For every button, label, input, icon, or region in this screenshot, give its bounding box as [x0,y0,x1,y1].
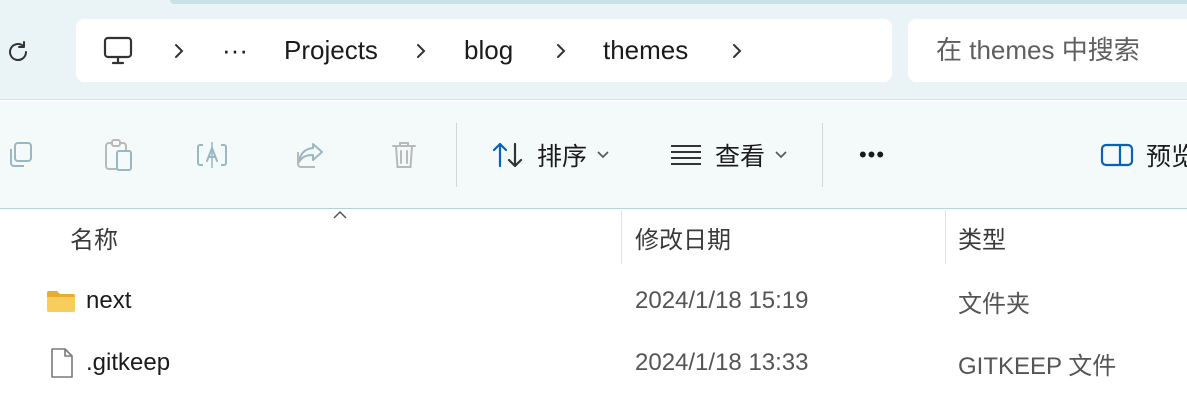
column-resizer[interactable] [621,210,622,264]
view-label: 查看 [714,143,765,171]
file-icon [50,332,74,394]
file-name: .gitkeep [86,349,171,376]
column-resizer[interactable] [945,210,946,264]
clipboard-icon [105,139,132,171]
chevron-right-icon[interactable] [172,19,186,82]
folder-icon [46,270,76,332]
chevron-right-icon[interactable] [414,19,428,82]
search-box[interactable] [908,19,1187,82]
preview-pane-icon [1100,143,1134,167]
file-type: 文件夹 [958,290,1030,318]
file-date: 2024/1/18 15:19 [635,287,809,314]
more-options-button[interactable]: ••• [848,101,896,209]
preview-pane-button[interactable]: 预览 [1100,101,1187,209]
column-header-type[interactable]: 类型 [958,210,1006,264]
breadcrumb-overflow[interactable]: ··· [222,19,248,82]
paste-button[interactable] [96,101,140,209]
preview-label: 预览 [1146,143,1187,171]
file-row-gitkeep[interactable]: .gitkeep 2024/1/18 13:33 GITKEEP 文件 [0,332,1187,394]
computer-icon [103,36,133,64]
view-list-icon [670,145,701,165]
breadcrumb-projects[interactable]: Projects [284,19,378,82]
chevron-right-icon[interactable] [730,19,744,82]
toolbar-divider [456,123,457,187]
refresh-button[interactable] [0,34,36,70]
column-header-row: 名称 修改日期 类型 [0,210,1187,264]
column-header-date[interactable]: 修改日期 [635,210,731,264]
breadcrumb-blog[interactable]: blog [464,19,513,82]
column-header-name[interactable]: 名称 [70,210,118,264]
command-bar: 排序 查看 ••• 预览 [0,101,1187,209]
sort-icon [492,142,523,168]
toolbar-divider [822,123,823,187]
search-input[interactable] [936,19,1186,82]
file-name: next [86,287,132,314]
file-date: 2024/1/18 13:33 [635,349,809,376]
trash-icon [392,142,416,168]
rename-button[interactable] [190,101,234,209]
chevron-down-icon [597,151,609,159]
sort-button[interactable]: 排序 [488,101,612,209]
copy-button[interactable] [0,101,40,209]
active-tab-edge [170,0,1187,4]
sort-ascending-icon [333,210,347,219]
breadcrumb-themes[interactable]: themes [603,19,688,82]
address-bar[interactable]: ··· Projects blog themes [76,19,892,82]
chevron-down-icon [775,151,787,159]
this-pc-button[interactable] [102,19,134,82]
refresh-icon [9,41,27,61]
share-icon [297,143,323,168]
file-row-folder[interactable]: next 2024/1/18 15:19 文件夹 [0,270,1187,332]
file-type: GITKEEP 文件 [958,352,1117,380]
delete-button[interactable] [382,101,426,209]
rename-icon [197,142,227,168]
share-button[interactable] [288,101,332,209]
sort-label: 排序 [536,143,587,171]
view-button[interactable]: 查看 [666,101,790,209]
copy-icon [10,142,32,167]
chevron-right-icon[interactable] [554,19,568,82]
